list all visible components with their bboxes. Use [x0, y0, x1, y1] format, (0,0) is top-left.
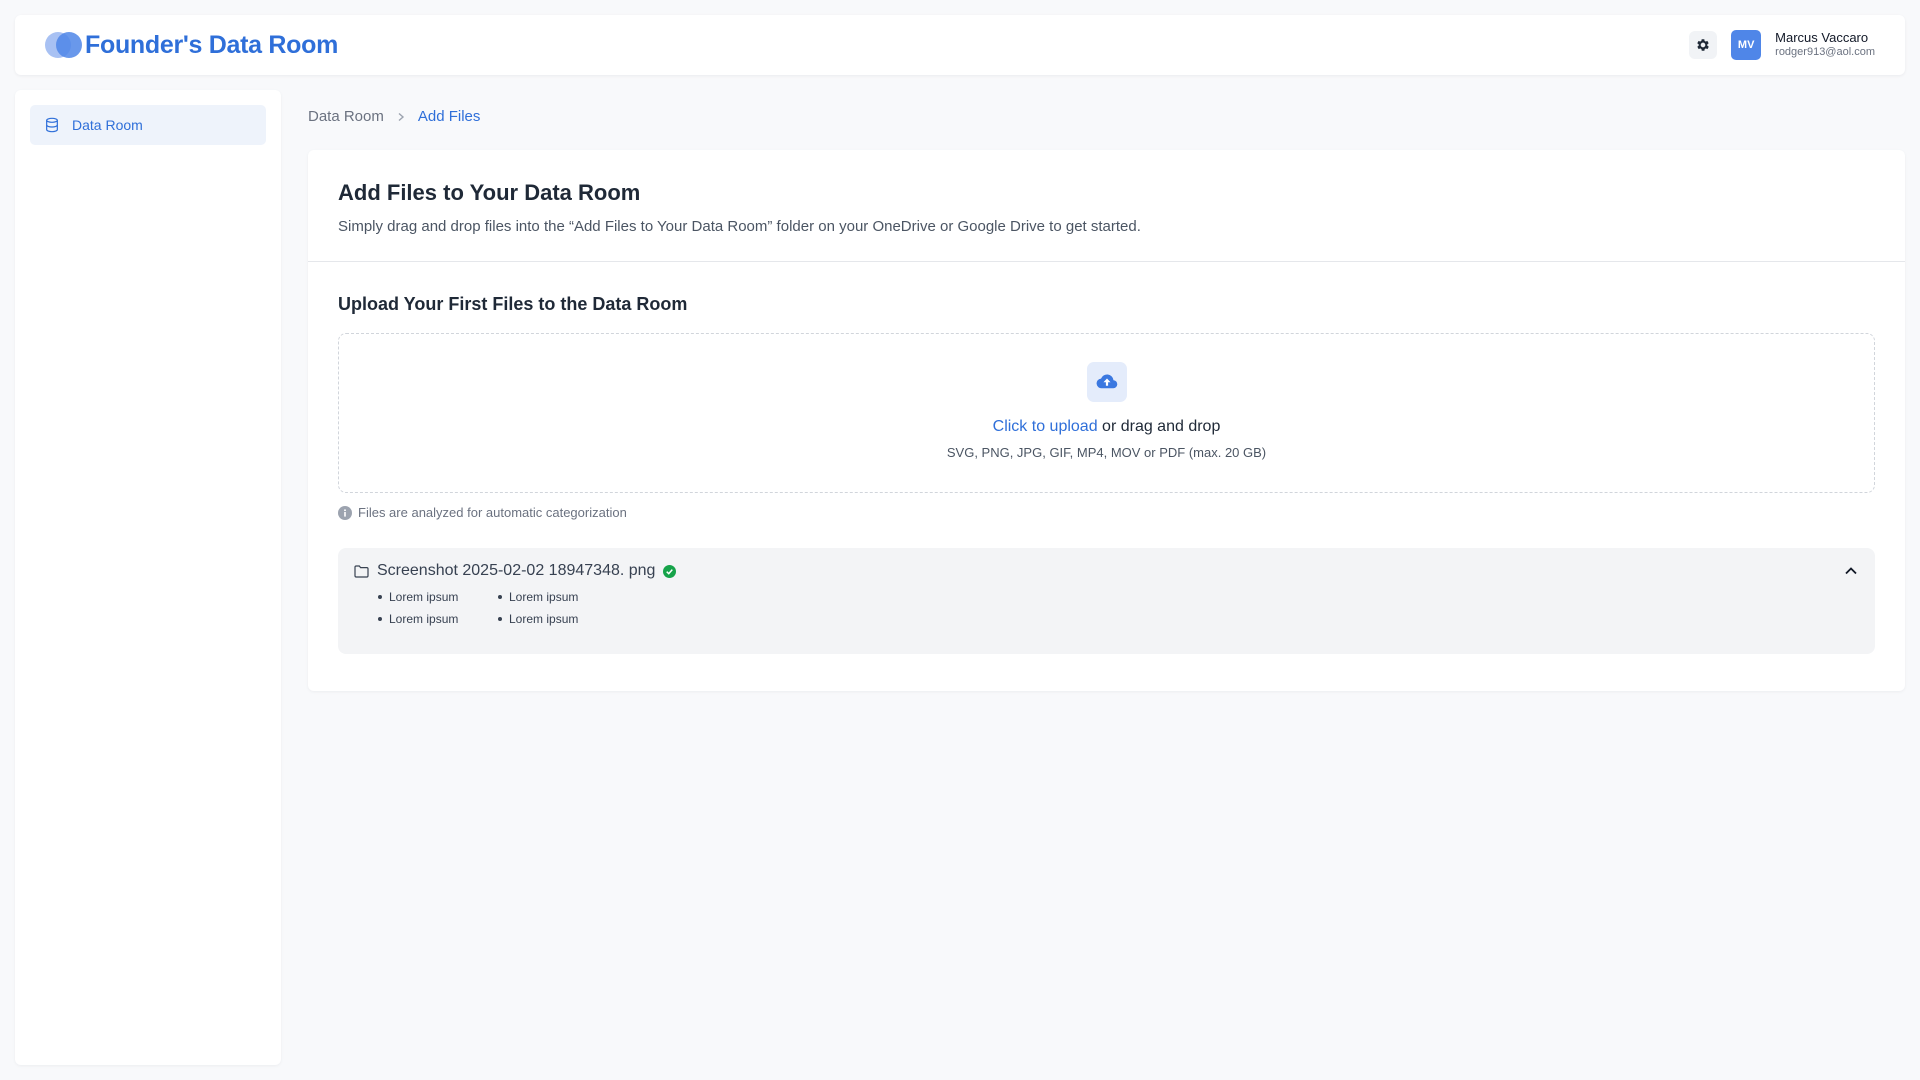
main-card: Add Files to Your Data Room Simply drag …: [308, 150, 1905, 691]
user-email: rodger913@aol.com: [1775, 46, 1875, 59]
file-tag: Lorem ipsum: [378, 590, 498, 604]
page-description: Simply drag and drop files into the “Add…: [338, 218, 1141, 235]
info-icon: [338, 505, 352, 520]
collapse-button[interactable]: [1843, 563, 1859, 579]
upload-dropzone[interactable]: Click to upload or drag and drop SVG, PN…: [338, 333, 1875, 493]
hint-text: Files are analyzed for automatic categor…: [358, 505, 627, 520]
logo-icon: [45, 32, 83, 58]
database-icon: [46, 117, 58, 133]
sidebar-item-label: Data Room: [72, 117, 143, 133]
card-header: Add Files to Your Data Room Simply drag …: [308, 150, 1905, 262]
sidebar-item-data-room[interactable]: Data Room: [30, 105, 266, 145]
avatar[interactable]: MV: [1731, 30, 1762, 60]
file-info: Screenshot 2025-02-02 18947348. png: [354, 562, 677, 580]
user-info[interactable]: Marcus Vaccaro rodger913@aol.com: [1775, 30, 1875, 59]
top-bar: Founder's Data Room MV Marcus Vaccaro ro…: [15, 15, 1905, 75]
user-area: MV Marcus Vaccaro rodger913@aol.com: [1689, 30, 1875, 60]
upload-instruction: Click to upload or drag and drop: [993, 418, 1221, 436]
sidebar: Data Room: [15, 90, 281, 1065]
brand-title: Founder's Data Room: [85, 30, 339, 59]
file-tag: Lorem ipsum: [498, 590, 618, 604]
file-tag: Lorem ipsum: [378, 612, 498, 626]
chevron-up-icon: [1845, 567, 1857, 575]
upload-section-title: Upload Your First Files to the Data Room: [338, 294, 688, 314]
upload-badge: [1086, 362, 1127, 402]
file-row: Screenshot 2025-02-02 18947348. png: [354, 562, 1859, 580]
categorization-hint: Files are analyzed for automatic categor…: [338, 505, 1875, 520]
breadcrumb-add-files[interactable]: Add Files: [418, 108, 481, 125]
check-circle-icon: [663, 564, 677, 578]
file-tag: Lorem ipsum: [498, 612, 618, 626]
breadcrumb: Data Room Add Files: [308, 108, 480, 125]
drag-drop-text: or drag and drop: [1097, 418, 1221, 435]
page-title: Add Files to Your Data Room: [338, 180, 641, 205]
file-tags: Lorem ipsum Lorem ipsum Lorem ipsum Lore…: [378, 590, 1859, 626]
user-name: Marcus Vaccaro: [1775, 30, 1869, 46]
uploaded-file-panel: Screenshot 2025-02-02 18947348. png Lore…: [338, 548, 1875, 654]
settings-button[interactable]: [1689, 31, 1718, 59]
brand[interactable]: Founder's Data Room: [45, 31, 338, 60]
chevron-right-icon: [398, 112, 404, 121]
gear-icon: [1697, 39, 1709, 51]
accepted-formats: SVG, PNG, JPG, GIF, MP4, MOV or PDF (max…: [946, 445, 1267, 460]
click-to-upload-link[interactable]: Click to upload: [993, 418, 1098, 435]
file-name: Screenshot 2025-02-02 18947348. png: [377, 562, 656, 579]
card-body: Upload Your First Files to the Data Room…: [308, 262, 1905, 654]
folder-icon: [354, 564, 369, 578]
cloud-upload-icon: [1096, 374, 1117, 389]
breadcrumb-data-room[interactable]: Data Room: [308, 108, 384, 125]
